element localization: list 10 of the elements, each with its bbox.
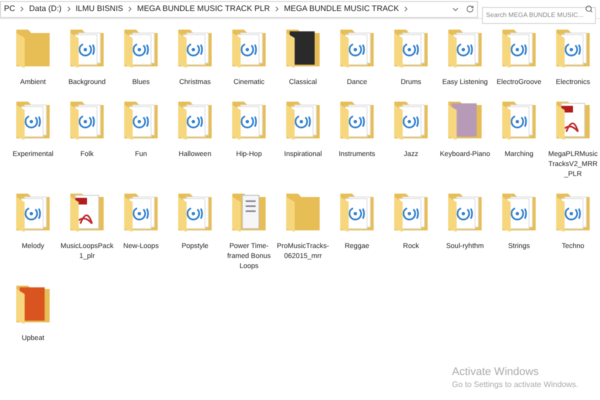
breadcrumb[interactable]: PC (1, 3, 18, 15)
breadcrumb[interactable]: Data (D:) (26, 3, 65, 15)
search-icon (585, 4, 593, 12)
breadcrumb[interactable]: MEGA BUNDLE MUSIC TRACK PLR (134, 3, 273, 15)
refresh-icon[interactable] (466, 5, 474, 13)
address-bar[interactable]: PC Data (D:) ILMU BISNIS MEGA BUNDLE MUSIC TRACK PLR MEGA BUNDLE MUSIC TRACK (0, 0, 478, 18)
activation-title: Activate Windows (452, 365, 540, 379)
activation-message: Go to Settings to activate Windows. (452, 379, 580, 390)
breadcrumb[interactable]: ILMU BISNIS (72, 3, 126, 15)
breadcrumb[interactable]: MEGA BUNDLE MUSIC TRACK (280, 3, 402, 15)
